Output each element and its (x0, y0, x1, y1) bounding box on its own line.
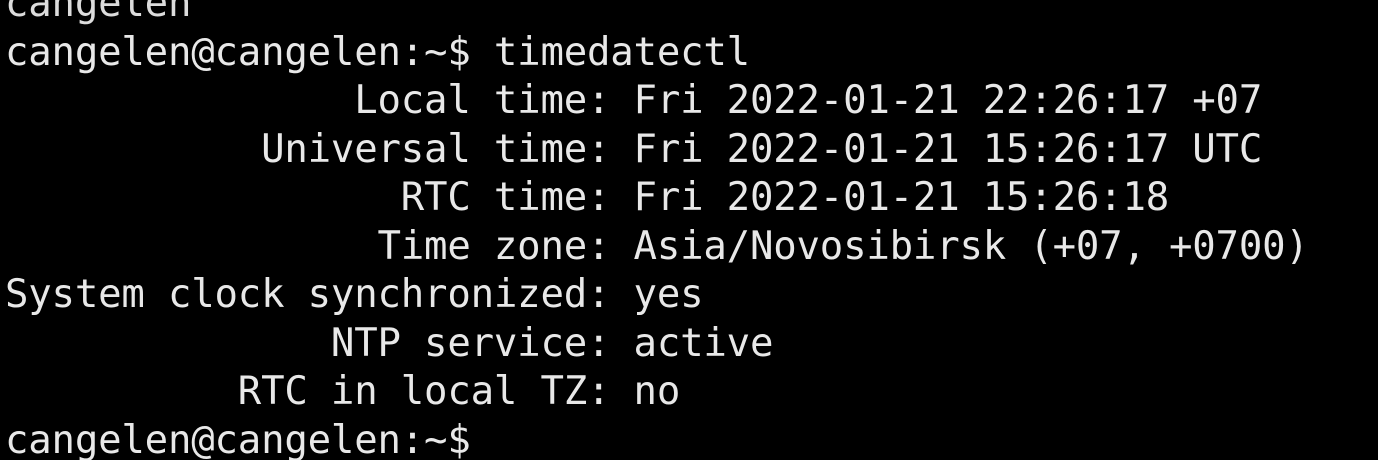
terminal-window[interactable]: cangelen cangelen@cangelen:~$ timedatect… (0, 0, 1378, 460)
terminal-line-local-time: Local time: Fri 2022-01-21 22:26:17 +07 (5, 78, 1263, 123)
terminal-output: cangelen cangelen@cangelen:~$ timedatect… (5, 0, 1378, 460)
terminal-line-rtc-local-tz: RTC in local TZ: no (5, 369, 681, 414)
terminal-prompt[interactable]: cangelen@cangelen:~$ (5, 417, 1378, 460)
terminal-line-clock-synchronized: System clock synchronized: yes (5, 272, 704, 317)
terminal-line-partial: cangelen (5, 0, 192, 26)
terminal-line-rtc-time: RTC time: Fri 2022-01-21 15:26:18 (5, 175, 1169, 220)
terminal-line-universal-time: Universal time: Fri 2022-01-21 15:26:17 … (5, 126, 1263, 172)
terminal-line-time-zone: Time zone: Asia/Novosibirsk (+07, +0700) (5, 223, 1309, 269)
terminal-line-command: cangelen@cangelen:~$ timedatectl (5, 29, 750, 75)
terminal-line-ntp-service: NTP service: active (5, 320, 774, 366)
